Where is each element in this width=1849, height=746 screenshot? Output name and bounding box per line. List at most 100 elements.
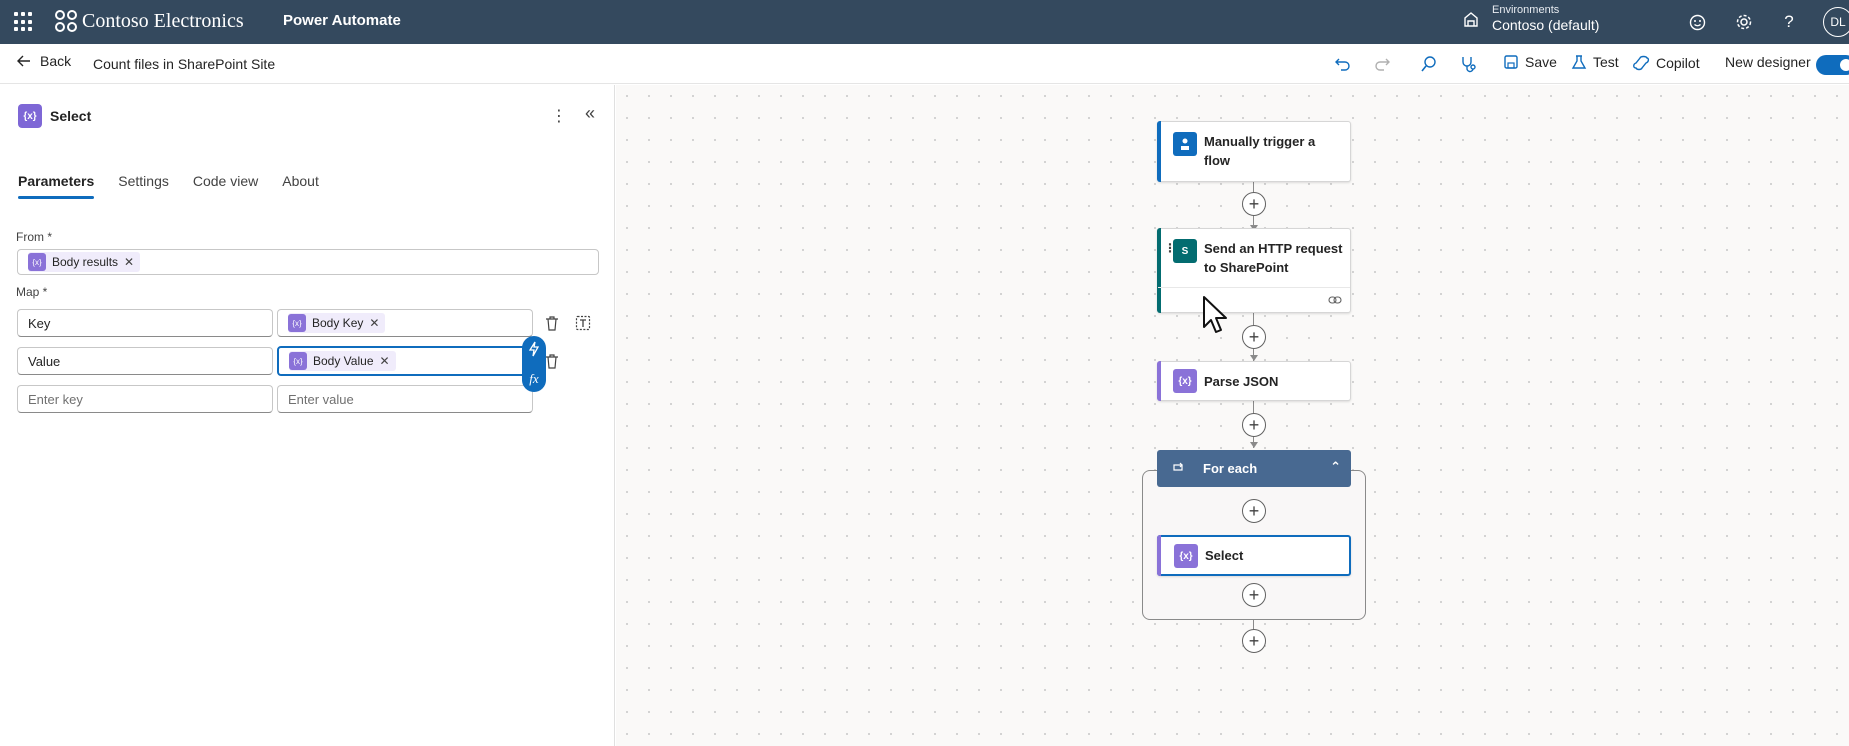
collapse-panel-icon[interactable]: « [585,103,595,124]
node-title: Manually trigger a flow [1204,134,1316,168]
map-value-field[interactable]: {x} Body Key ✕ [277,309,533,337]
panel-title: {x} Select [18,104,91,128]
tab-code-view[interactable]: Code view [193,173,258,199]
map-key-field[interactable]: Key [17,309,273,337]
data-operation-icon: {x} [18,104,42,128]
token-body-key[interactable]: {x} Body Key ✕ [288,313,386,333]
settings-gear-icon[interactable] [1733,11,1755,33]
environment-icon [1464,12,1478,27]
data-operation-icon: {x} [1173,369,1197,393]
map-key-input[interactable]: Enter key [17,385,273,413]
designer-canvas[interactable] [616,85,1849,746]
token-label: Body results [52,255,119,269]
data-operation-icon: {x} [28,253,46,271]
environment-value: Contoso (default) [1492,17,1600,33]
map-value-field[interactable]: {x} Body Value ✕ [277,346,537,376]
brand-name: Contoso Electronics [82,9,244,32]
switch-to-text-mode-icon[interactable] [574,314,592,332]
map-label: Map * [16,285,48,299]
tab-settings[interactable]: Settings [118,173,169,199]
arrow-left-icon [17,55,30,67]
back-button[interactable]: Back [16,53,71,69]
environment-label: Environments [1492,4,1560,16]
copilot-icon [1633,55,1650,71]
flow-connector [1253,182,1254,448]
panel-tabs: Parameters Settings Code view About [18,173,319,199]
test-button[interactable]: Test [1571,54,1619,70]
beaker-icon [1571,55,1587,69]
node-accent-bar [1157,535,1161,576]
node-title: Parse JSON [1204,374,1279,389]
chevron-up-icon[interactable]: ⌃ [1330,459,1341,475]
insert-step-button[interactable]: + [1242,629,1266,653]
new-designer-toggle[interactable] [1816,55,1849,75]
flow-node-select[interactable]: {x} Select [1157,535,1351,576]
app-header: Contoso Electronics Power Automate Envir… [0,0,1849,44]
node-title: Select [1205,548,1244,563]
insert-step-button[interactable]: + [1242,413,1266,437]
remove-token-icon[interactable]: ✕ [124,255,134,269]
new-designer-label: New designer [1725,54,1811,70]
feedback-smiley-icon[interactable] [1686,11,1708,33]
flow-checker-icon[interactable] [1419,54,1439,74]
person-trigger-icon [1173,132,1197,156]
token-body-results[interactable]: {x} Body results ✕ [28,252,141,272]
flow-name[interactable]: Count files in SharePoint Site [93,56,275,72]
command-bar: Back Count files in SharePoint Site Save… [0,44,1849,84]
save-icon [1504,55,1518,69]
node-title: Send an HTTP request to SharePoint [1204,241,1343,275]
copilot-button[interactable]: Copilot [1632,54,1700,72]
insert-step-button[interactable]: + [1242,583,1266,607]
product-name[interactable]: Power Automate [283,12,401,29]
tab-about[interactable]: About [282,173,319,199]
node-accent-bar [1157,121,1161,182]
map-key-field[interactable]: Value [17,347,273,375]
environment-picker[interactable]: Environments Contoso (default) [1462,4,1599,34]
flow-node-trigger[interactable]: Manually trigger a flow [1157,121,1351,182]
flow-node-sharepoint-http[interactable]: ⋮ S Send an HTTP request to SharePoint [1157,228,1351,313]
user-avatar[interactable]: DL [1823,7,1849,37]
copilot-label: Copilot [1656,55,1700,71]
token-body-value[interactable]: {x} Body Value ✕ [289,351,396,371]
fx-icon[interactable]: fx [529,371,538,387]
dynamic-content-toolbar: fx [522,336,546,392]
map-value-input[interactable]: Enter value [277,385,533,413]
insert-step-button[interactable]: + [1242,499,1266,523]
data-operation-icon: {x} [1174,544,1198,568]
insert-step-button[interactable]: + [1242,192,1266,216]
help-icon[interactable]: ? [1778,11,1800,33]
app-launcher-icon[interactable] [14,12,34,32]
lightning-icon[interactable] [528,341,540,361]
action-details-panel: {x} Select ⋮ « Parameters Settings Code … [0,85,615,746]
token-label: Body Key [312,316,364,330]
test-label: Test [1593,54,1619,70]
node-title: For each [1203,461,1258,476]
mouse-pointer-icon [1203,296,1227,333]
insert-step-button[interactable]: + [1242,325,1266,349]
token-label: Body Value [313,354,374,368]
remove-token-icon[interactable]: ✕ [369,316,379,330]
data-operation-icon: {x} [289,352,307,370]
arrow-down-icon [1250,442,1258,448]
flow-node-parse-json[interactable]: {x} Parse JSON [1157,361,1351,401]
from-label: From * [16,230,52,244]
diagnostics-stethoscope-icon[interactable] [1458,54,1478,74]
tab-parameters[interactable]: Parameters [18,173,95,199]
back-label: Back [40,53,72,69]
flow-node-for-each[interactable]: For each ⌃ [1157,450,1351,487]
contoso-logo-icon [55,10,77,32]
brand[interactable]: Contoso Electronics [54,9,244,33]
connection-link-icon[interactable] [1328,293,1342,308]
node-accent-bar [1157,361,1161,401]
remove-token-icon[interactable]: ✕ [380,354,390,368]
more-options-icon[interactable]: ⋮ [551,106,567,126]
redo-icon[interactable] [1372,54,1392,74]
undo-icon[interactable] [1333,54,1353,74]
data-operation-icon: {x} [288,314,306,332]
panel-title-label: Select [50,108,92,124]
save-button[interactable]: Save [1503,54,1557,70]
delete-row-icon[interactable] [543,314,561,332]
from-field[interactable]: {x} Body results ✕ [17,249,599,275]
node-accent-bar [1157,228,1161,313]
loop-icon [1171,460,1185,477]
